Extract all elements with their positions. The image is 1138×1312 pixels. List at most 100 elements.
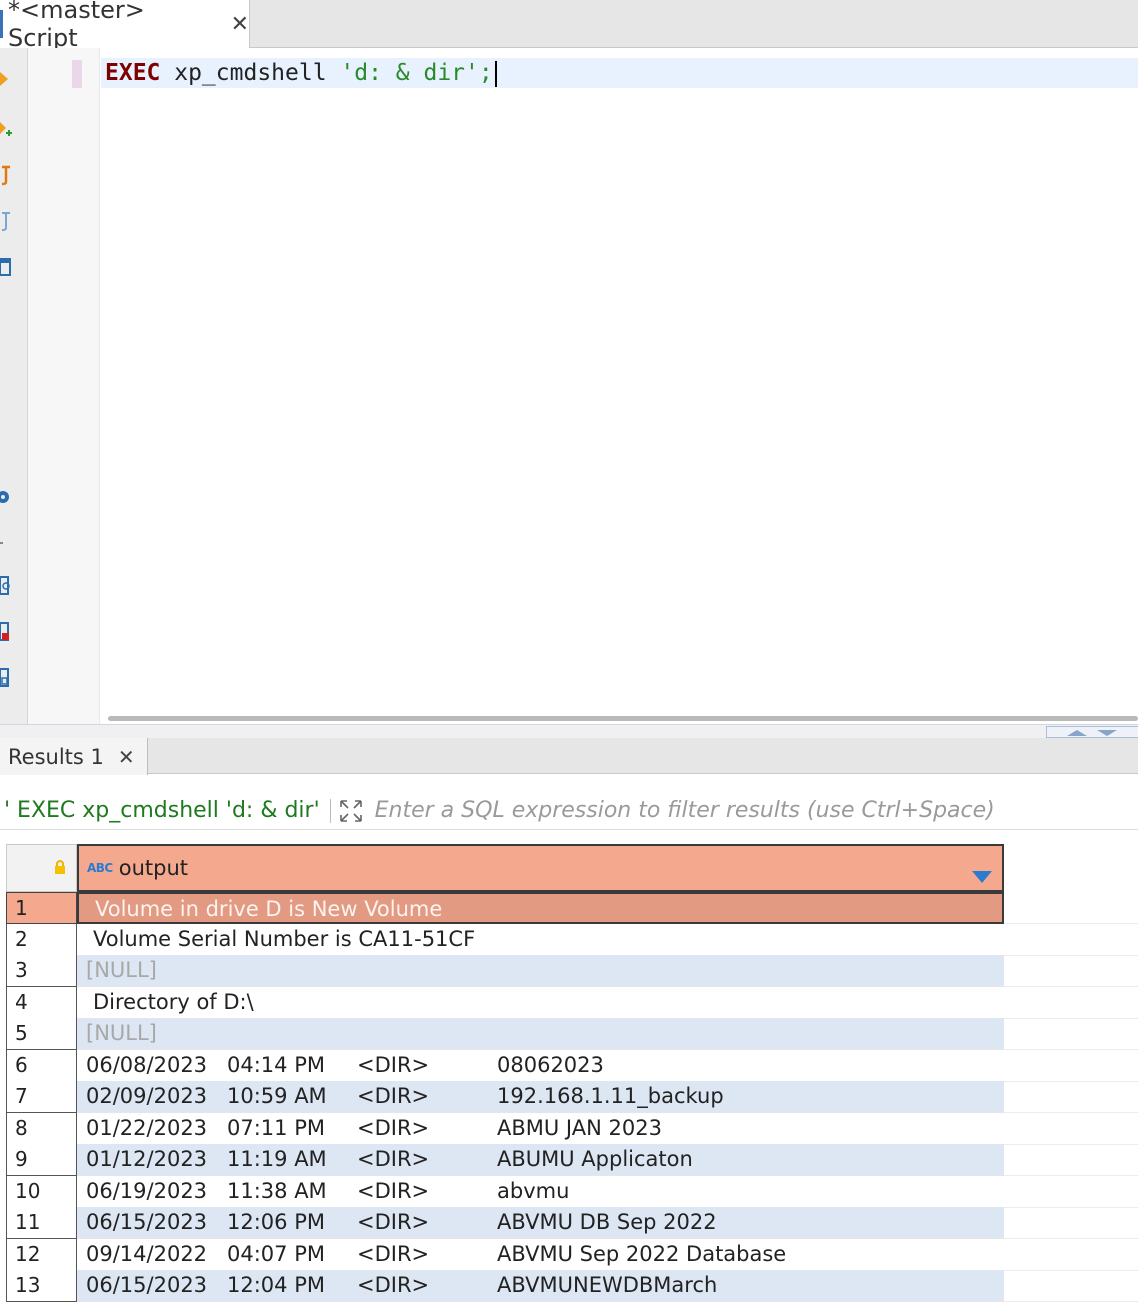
table-row[interactable]: 4 Directory of D:\ (0, 986, 1138, 1019)
empty-grid-space (1004, 1144, 1138, 1176)
empty-grid-space (1004, 1207, 1138, 1239)
dir-date: 06/19/2023 (86, 1178, 208, 1203)
row-number[interactable]: 12 (6, 1238, 77, 1271)
dir-time: 11:19 AM (227, 1147, 327, 1171)
empty-grid-space (1004, 892, 1138, 924)
row-number[interactable]: 8 (6, 1112, 77, 1145)
row-number[interactable]: 2 (6, 923, 77, 956)
empty-grid-space (1004, 955, 1138, 987)
editor-gutter (28, 48, 100, 724)
row-number[interactable]: 7 (6, 1081, 77, 1113)
table-row[interactable]: 10 06/19/2023 11:38 AM <DIR> abvmu (0, 1175, 1138, 1208)
output-cell[interactable]: [NULL] (77, 955, 1004, 987)
column-header-output[interactable]: ABC output (77, 844, 1004, 892)
output-cell[interactable]: [NULL] (77, 1018, 1004, 1050)
dir-date: 06/15/2023 (86, 1273, 208, 1297)
current-line-marker (72, 60, 82, 88)
output-cell[interactable]: 06/08/2023 04:14 PM <DIR> 08062023 (77, 1050, 1004, 1082)
editor-results-splitter[interactable] (0, 724, 1138, 738)
row-number[interactable]: 10 (6, 1175, 77, 1208)
dir-time: 04:07 PM (227, 1241, 325, 1266)
output-cell[interactable]: Volume in drive D is New Volume (77, 892, 1004, 924)
output-cell[interactable]: 02/09/2023 10:59 AM <DIR> 192.168.1.11_back… (77, 1081, 1004, 1113)
table-row[interactable]: 6 06/08/2023 04:14 PM <DIR> 08062023 (0, 1049, 1138, 1082)
empty-grid-space (1004, 1270, 1138, 1302)
dir-time: 04:14 PM (227, 1052, 325, 1077)
dir-time: 12:04 PM (227, 1273, 325, 1297)
row-number[interactable]: 11 (6, 1207, 77, 1239)
empty-grid-space (1004, 924, 1138, 956)
output-cell[interactable]: 09/14/2022 04:07 PM <DIR> ABVMU Sep 2022 Da… (77, 1239, 1004, 1271)
empty-grid-space (1004, 1081, 1138, 1113)
dir-time: 11:38 AM (227, 1178, 327, 1203)
row-number[interactable]: 9 (6, 1144, 77, 1176)
empty-grid-space (1004, 987, 1138, 1019)
dir-time: 12:06 PM (227, 1210, 325, 1234)
output-cell[interactable]: 01/22/2023 07:11 PM <DIR> ABMU JAN 2023 (77, 1113, 1004, 1145)
settings-gear-icon[interactable] (0, 486, 12, 508)
load-script-icon[interactable] (0, 574, 12, 596)
empty-grid-space (1004, 1176, 1138, 1208)
results-tab-bar: Results 1 ✕ (0, 738, 1138, 775)
table-row[interactable]: 13 06/15/2023 12:04 PM <DIR> ABVMUNEWDBMarch (0, 1270, 1138, 1302)
row-number[interactable]: 5 (6, 1018, 77, 1050)
editor-horizontal-scrollbar[interactable] (108, 716, 1138, 721)
sql-string-literal: 'd: & dir' (340, 60, 479, 86)
tab-results-1[interactable]: Results 1 ✕ (0, 738, 148, 775)
dropdown-arrow-icon[interactable] (972, 864, 992, 888)
active-query-label: ' EXEC xp_cmdshell 'd: & dir' (4, 798, 320, 823)
dir-tag: <DIR> (357, 1178, 430, 1203)
code-line-1[interactable]: EXEC xp_cmdshell 'd: & dir'; (101, 58, 1138, 88)
results-tab-title: Results 1 (8, 744, 104, 769)
empty-grid-space (1004, 1018, 1138, 1050)
execute-in-new-tab-icon[interactable] (0, 118, 12, 140)
row-number[interactable]: 4 (6, 986, 77, 1019)
empty-grid-space (1004, 1239, 1138, 1271)
expand-filter-icon[interactable] (337, 797, 365, 825)
dir-time: 10:59 AM (227, 1084, 327, 1108)
close-icon[interactable]: ✕ (231, 12, 249, 37)
export-script-icon[interactable] (0, 620, 12, 642)
output-cell[interactable]: 06/15/2023 12:06 PM <DIR> ABVMU DB Sep 2022 (77, 1207, 1004, 1239)
explain-plan-icon[interactable] (0, 210, 12, 232)
dir-time: 07:11 PM (227, 1115, 325, 1140)
row-header-corner[interactable] (6, 844, 77, 892)
dir-date: 06/15/2023 (86, 1210, 208, 1234)
filter-input[interactable]: Enter a SQL expression to filter results… (375, 798, 995, 823)
lock-icon (54, 859, 66, 879)
output-cell[interactable]: 06/19/2023 11:38 AM <DIR> abvmu (77, 1176, 1004, 1208)
save-script-icon[interactable] (0, 666, 12, 688)
execute-statement-icon[interactable] (0, 68, 12, 90)
table-row[interactable]: 7 02/09/2023 10:59 AM <DIR> 192.168.1.11_bac… (0, 1081, 1138, 1113)
dir-date: 01/22/2023 (86, 1115, 208, 1140)
panel-toggle-handle[interactable] (1046, 726, 1138, 738)
execute-script-icon[interactable] (0, 164, 12, 186)
table-row[interactable]: 1 Volume in drive D is New Volume (0, 892, 1138, 924)
table-row[interactable]: 5 [NULL] (0, 1018, 1138, 1050)
table-row[interactable]: 8 01/22/2023 07:11 PM <DIR> ABMU JAN 2023 (0, 1112, 1138, 1145)
dir-tag: <DIR> (357, 1273, 430, 1297)
sql-terminator: ; (478, 60, 493, 86)
output-cell[interactable]: 06/15/2023 12:04 PM <DIR> ABVMUNEWDBMarch (77, 1270, 1004, 1302)
close-icon[interactable]: ✕ (118, 745, 135, 769)
row-number[interactable]: 13 (6, 1270, 77, 1302)
dir-date: 02/09/2023 (86, 1084, 208, 1108)
output-panel-icon[interactable] (0, 256, 12, 278)
tab-master-script[interactable]: *<master> Script ✕ (0, 0, 250, 52)
row-number[interactable]: 3 (6, 955, 77, 987)
row-number[interactable]: 1 (6, 892, 77, 924)
output-cell[interactable]: 01/12/2023 11:19 AM <DIR> ABUMU Applicaton (77, 1144, 1004, 1176)
output-cell[interactable]: Volume Serial Number is CA11-51CF (77, 924, 1004, 956)
output-cell[interactable]: Directory of D:\ (77, 987, 1004, 1019)
table-row[interactable]: 11 06/15/2023 12:06 PM <DIR> ABVMU DB Sep 20… (0, 1207, 1138, 1239)
table-row[interactable]: 3 [NULL] (0, 955, 1138, 987)
table-row[interactable]: 9 01/12/2023 11:19 AM <DIR> ABUMU Applicaton (0, 1144, 1138, 1176)
editor-tab-bar: *<master> Script ✕ (0, 0, 1138, 52)
table-row[interactable]: 2 Volume Serial Number is CA11-51CF (0, 923, 1138, 956)
dir-date: 01/12/2023 (86, 1147, 208, 1171)
table-row[interactable]: 12 09/14/2022 04:07 PM <DIR> ABVMU Sep 2022 … (0, 1238, 1138, 1271)
row-number[interactable]: 6 (6, 1049, 77, 1082)
sql-procedure: xp_cmdshell (160, 60, 341, 86)
sql-editor[interactable]: EXEC xp_cmdshell 'd: & dir'; (101, 48, 1138, 718)
dir-tag: <DIR> (357, 1084, 430, 1108)
